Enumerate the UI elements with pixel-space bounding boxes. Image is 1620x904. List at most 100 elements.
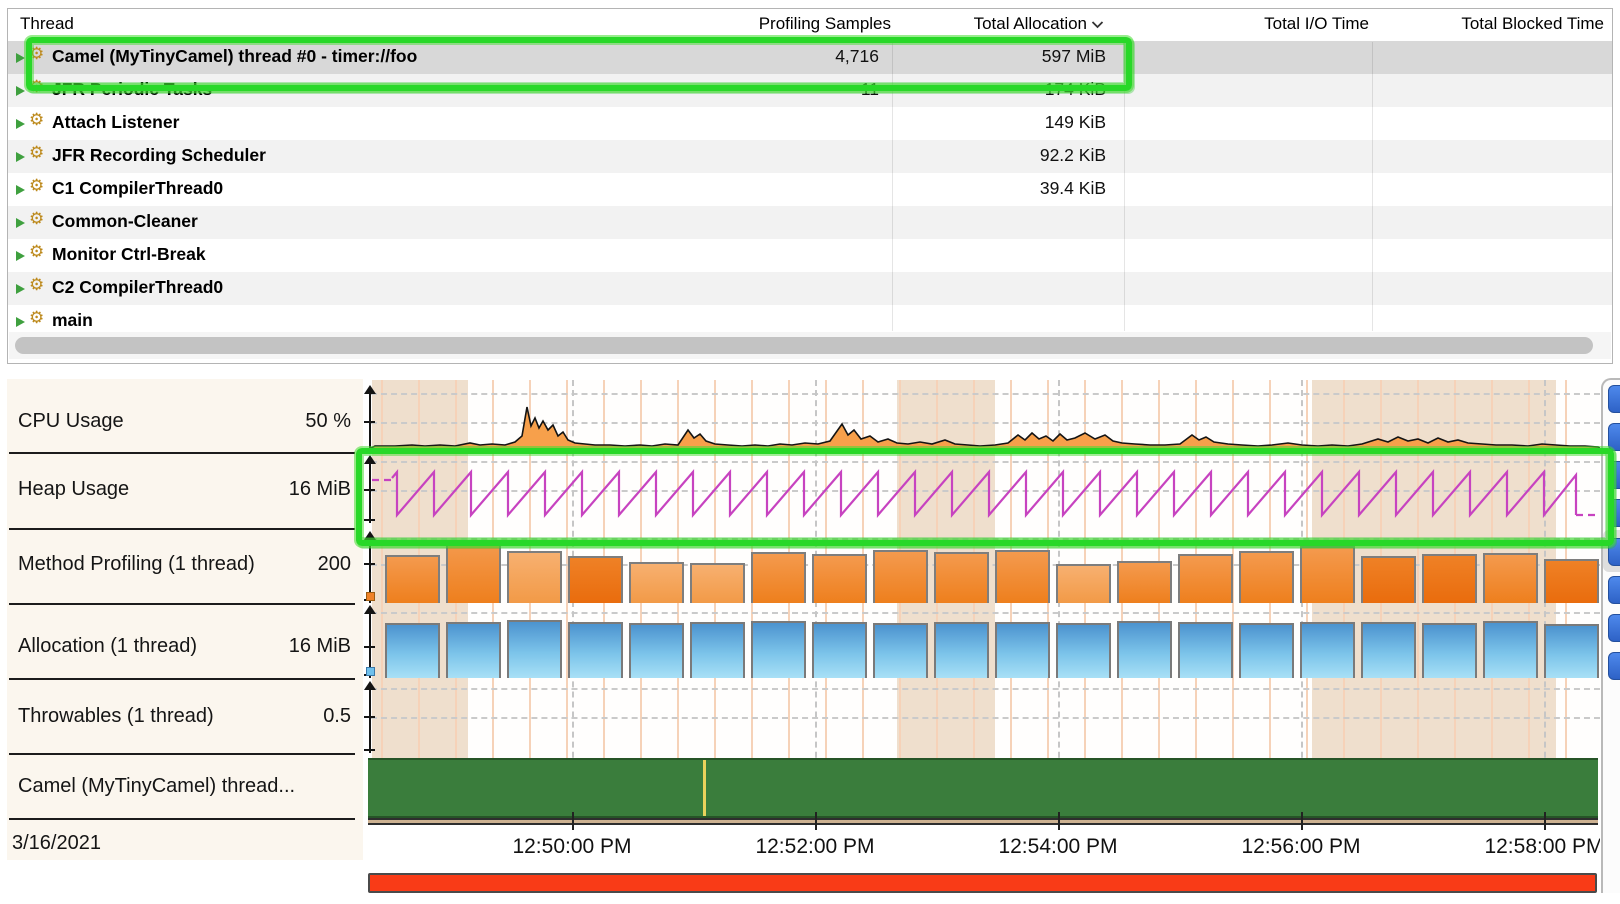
side-button[interactable] [1608,385,1620,413]
table-row[interactable]: ⚙ Common-Cleaner [8,206,1612,239]
time-axis-major-tick [1058,812,1060,830]
table-row[interactable]: ⚙JFR Periodic Tasks11174 KiB [8,74,1612,107]
method-profiling-bar [385,555,440,603]
axis-tick-mark [364,563,375,565]
row-label-camel-thread[interactable]: Camel (MyTinyCamel) thread... [18,775,295,798]
sort-descending-icon [1091,14,1104,34]
allocation-bar [1361,622,1416,678]
method-profiling-bar [812,554,867,603]
thread-icon: ⚙ [29,275,44,295]
allocation-bar [751,621,806,678]
table-row[interactable]: ⚙ Camel (MyTinyCamel) thread #0 - timer:/… [8,41,1612,74]
expand-arrow-icon[interactable] [16,251,25,261]
time-axis-major-tick [1301,812,1303,830]
time-axis-label: 12:58:00 PM [1449,835,1600,859]
table-row[interactable]: ⚙C2 CompilerThread0 [8,272,1612,305]
side-button[interactable] [1608,576,1620,604]
expand-arrow-icon[interactable] [16,185,25,195]
thread-icon: ⚙ [29,44,44,64]
thread-icon: ⚙ [29,209,44,229]
allocation-bar [1056,623,1111,678]
dashed-gridline-horizontal [371,717,1600,719]
table-row[interactable]: ⚙ main [8,305,1612,332]
row-label-heap-usage[interactable]: Heap Usage [18,478,129,501]
thread-name: Common-Cleaner [52,211,198,232]
thread-name: Attach Listener [52,112,179,133]
row-divider [9,452,355,454]
thread-icon: ⚙ [29,176,44,196]
thread-table: Thread Profiling Samples Total Allocatio… [7,8,1613,364]
expand-arrow-icon[interactable] [16,218,25,228]
column-header-total-allocation-label: Total Allocation [974,14,1087,33]
timeline-range-scrollbar[interactable] [368,873,1597,893]
side-button[interactable] [1608,614,1620,642]
axis-tick-cpu: 50 % [305,410,351,433]
time-axis-label: 12:52:00 PM [720,835,910,859]
row-label-throwables[interactable]: Throwables (1 thread) [18,705,214,728]
time-axis-major-tick [572,812,574,830]
row-y-axis [369,388,371,452]
dashed-gridline-horizontal [371,538,1600,540]
table-row[interactable]: ⚙Attach Listener149 KiB [8,107,1612,140]
row-divider [9,818,355,820]
method-profiling-bar [934,552,989,603]
table-row[interactable]: ⚙ C1 CompilerThread0 39.4 KiB [8,173,1612,206]
expand-arrow-icon[interactable] [16,317,25,327]
row-label-method-profiling[interactable]: Method Profiling (1 thread) [18,553,255,576]
allocation-bar [1422,623,1477,678]
table-row[interactable]: ⚙Monitor Ctrl-Break [8,239,1612,272]
column-header-total-io-time[interactable]: Total I/O Time [1138,14,1369,34]
time-axis-major-tick [815,812,817,830]
thread-name: C1 CompilerThread0 [52,178,223,199]
column-header-profiling-samples[interactable]: Profiling Samples [568,14,891,34]
row-label-allocation[interactable]: Allocation (1 thread) [18,635,197,658]
row-label-cpu-usage[interactable]: CPU Usage [18,410,124,433]
thread-state-bar[interactable] [368,758,1598,818]
allocation-bar [446,622,501,678]
row-divider [9,753,355,755]
method-profiling-bar [568,556,623,603]
table-row[interactable]: ⚙JFR Recording Scheduler92.2 KiB [8,140,1612,173]
profiling-samples-value: 11 [568,79,879,100]
method-profiling-bar [1483,553,1538,603]
column-header-total-allocation[interactable]: Total Allocation [888,14,1104,34]
side-button[interactable] [1608,652,1620,680]
method-profiling-bar [1239,551,1294,603]
axis-tick-allocation: 16 MiB [289,635,351,658]
thread-icon: ⚙ [29,308,44,328]
axis-tick-mark [364,716,375,718]
total-allocation-value: 174 KiB [888,79,1106,100]
axis-tick-mark [364,646,375,648]
profiler-window: Thread Profiling Samples Total Allocatio… [0,0,1620,904]
allocation-bar [385,623,440,678]
allocation-bar [995,622,1050,678]
expand-arrow-icon[interactable] [16,53,25,63]
axis-arrow-icon [364,531,376,540]
horizontal-scrollbar[interactable] [9,332,1611,359]
side-button[interactable] [1608,538,1620,566]
thread-name: main [52,310,93,331]
side-button[interactable] [1608,499,1620,527]
thread-name: Camel (MyTinyCamel) thread #0 - timer://… [52,46,417,67]
dashed-gridline-horizontal [371,688,1600,690]
expand-arrow-icon[interactable] [16,119,25,129]
column-header-total-blocked-time[interactable]: Total Blocked Time [1378,14,1604,34]
expand-arrow-icon[interactable] [16,152,25,162]
side-button[interactable] [1608,423,1620,451]
expand-arrow-icon[interactable] [16,284,25,294]
axis-tick-mark [364,519,375,521]
allocation-bar [1544,624,1599,678]
method-profiling-bar [751,552,806,603]
side-button[interactable] [1608,461,1620,489]
method-profiling-bar [1422,554,1477,603]
row-divider [9,678,355,680]
cpu-usage-chart [371,380,1600,452]
expand-arrow-icon[interactable] [16,86,25,96]
total-allocation-value: 39.4 KiB [888,178,1106,199]
total-allocation-value: 149 KiB [888,112,1106,133]
horizontal-scrollbar-thumb[interactable] [15,337,1593,354]
allocation-bar [1239,623,1294,678]
column-header-thread[interactable]: Thread [20,14,74,34]
axis-arrow-icon [364,455,376,464]
allocation-bar [934,622,989,678]
